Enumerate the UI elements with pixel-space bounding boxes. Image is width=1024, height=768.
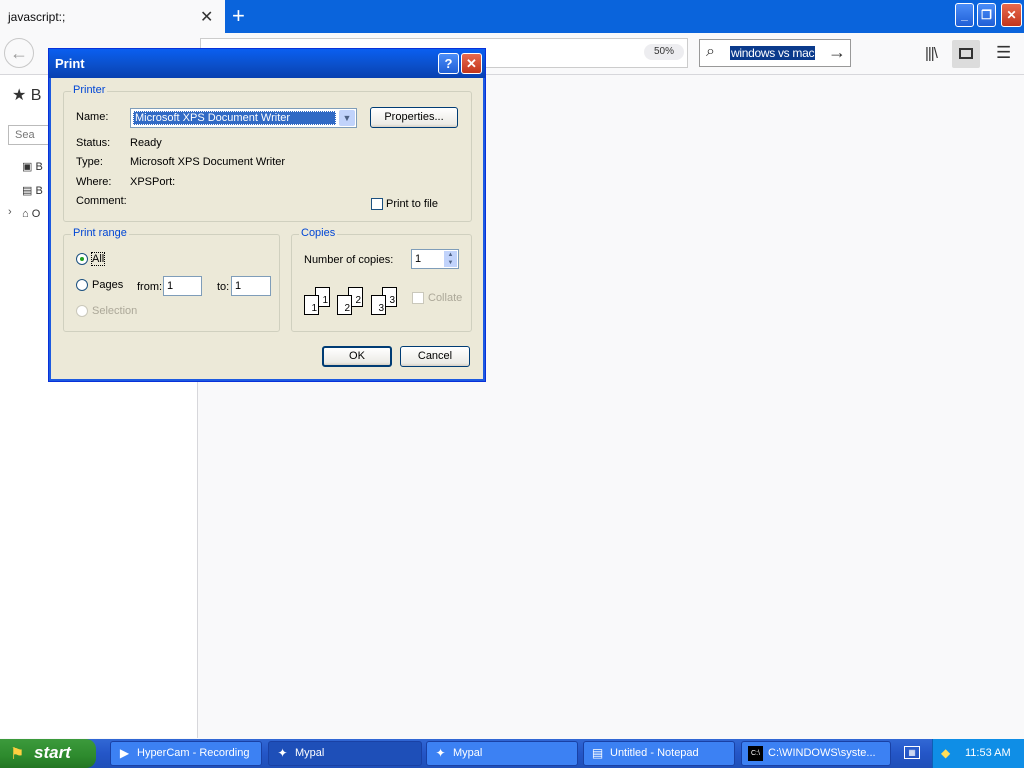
sidebar-item[interactable]: ▣ B [22,160,43,173]
sidebar-icon [959,48,973,59]
printer-name-select[interactable]: Microsoft XPS Document Writer ▼ [130,108,357,128]
where-label: Where: [76,176,112,188]
window-minimize-button[interactable]: _ [955,3,974,27]
ok-button[interactable]: OK [322,346,392,367]
tab-title: javascript:; [8,10,66,24]
system-tray: ◆ 11:53 AM [932,739,1024,768]
hamburger-menu-icon[interactable]: ☰ [996,43,1011,63]
back-button[interactable]: ← [4,38,34,68]
printer-name-value: Microsoft XPS Document Writer [133,111,336,125]
all-label[interactable]: All [90,252,106,266]
collate-checkbox[interactable] [412,292,424,304]
dialog-close-button[interactable]: ✕ [461,53,482,74]
printer-group-title: Printer [71,84,108,96]
status-label: Status: [76,137,111,149]
search-bar[interactable]: ⌕ windows vs mac → [699,39,851,67]
taskbar-item-cmd[interactable]: C:\ C:\WINDOWS\syste... [741,741,891,766]
window-close-button[interactable]: ✕ [1001,3,1022,27]
properties-button[interactable]: Properties... [370,107,458,128]
taskbar-item-hypercam[interactable]: ▶ HyperCam - Recording [110,741,262,766]
mypal-icon: ✦ [435,746,446,760]
zoom-level-badge[interactable]: 50% [644,44,684,60]
print-dialog: Print ? ✕ Printer Name: Microsoft XPS Do… [48,48,486,382]
network-icon[interactable]: ◆ [941,746,950,760]
taskbar-item-mypal[interactable]: ✦ Mypal [426,741,578,766]
spin-up-icon[interactable]: ▲ [444,251,457,259]
spin-down-icon[interactable]: ▼ [444,259,457,267]
pages-label[interactable]: Pages [92,279,123,291]
pages-radio[interactable] [76,279,88,291]
selection-label[interactable]: Selection [92,305,137,317]
name-label: Name: [76,111,109,123]
comment-label: Comment: [76,195,127,207]
to-input[interactable]: 1 [231,276,271,296]
to-label: to: [217,281,230,293]
start-label: start [34,743,71,762]
taskbar-item-label: Mypal [453,747,483,759]
from-input[interactable]: 1 [163,276,202,296]
dialog-title: Print [55,56,85,71]
taskbar-item-mypal[interactable]: ✦ Mypal [268,741,422,766]
sidebar-item[interactable]: ⌂ O [22,208,40,220]
copies-value: 1 [415,253,422,265]
search-icon: ⌕ [706,43,715,60]
selection-radio[interactable] [76,305,88,317]
taskbar-item-label: C:\WINDOWS\syste... [768,747,876,759]
sidebar-item[interactable]: ▤ B [22,184,43,197]
taskbar-item-label: Untitled - Notepad [610,747,699,759]
search-go-icon[interactable]: → [828,42,846,63]
tab-strip: javascript:; ✕ + _ ❐ ✕ [0,0,1024,34]
number-of-copies-label: Number of copies: [304,254,394,266]
library-icon[interactable]: |||\ [925,45,938,62]
help-button[interactable]: ? [438,53,459,74]
collate-page: 3 [371,295,386,315]
cmd-icon: C:\ [748,746,763,761]
new-tab-icon[interactable]: + [232,3,245,29]
chevron-right-icon[interactable]: › [8,206,12,218]
type-label: Type: [76,156,103,168]
tab-active[interactable]: javascript:; ✕ [0,0,225,34]
clock[interactable]: 11:53 AM [965,747,1011,759]
tab-close-icon[interactable]: ✕ [200,7,213,27]
collate-page: 1 [304,295,319,315]
hypercam-icon: ▶ [119,746,130,760]
print-to-file-checkbox[interactable] [371,198,383,210]
copies-title: Copies [299,227,338,239]
all-radio[interactable] [76,253,88,265]
type-value: Microsoft XPS Document Writer [130,156,286,168]
sidebar-toggle-button[interactable] [952,40,980,68]
where-value: XPSPort: [130,176,176,188]
status-value: Ready [130,137,162,149]
mypal-icon: ✦ [277,746,288,760]
chevron-down-icon[interactable]: ▼ [339,110,355,126]
collate-label[interactable]: Collate [428,292,462,304]
search-input[interactable]: windows vs mac [730,46,816,60]
print-range-title: Print range [71,227,129,239]
print-to-file-label[interactable]: Print to file [386,198,438,210]
notepad-icon: ▤ [591,746,604,760]
taskbar: ⚑ start ▶ HyperCam - Recording ✦ Mypal ✦ My… [0,739,1024,768]
copies-spinner[interactable]: 1 ▲ ▼ [411,249,459,269]
start-button[interactable]: ⚑ start [0,739,96,768]
dialog-titlebar[interactable]: Print ? ✕ [49,49,485,78]
window-restore-button[interactable]: ❐ [977,3,996,27]
taskbar-item-notepad[interactable]: ▤ Untitled - Notepad [583,741,735,766]
taskbar-item-label: Mypal [295,747,325,759]
keyboard-icon[interactable]: ▦ [904,746,920,759]
windows-flag-icon: ⚑ [10,746,25,763]
cancel-button[interactable]: Cancel [400,346,470,367]
taskbar-item-label: HyperCam - Recording [137,747,250,759]
sidebar-title: ★ B [12,87,42,104]
from-label: from: [137,281,163,293]
collate-page: 2 [337,295,352,315]
